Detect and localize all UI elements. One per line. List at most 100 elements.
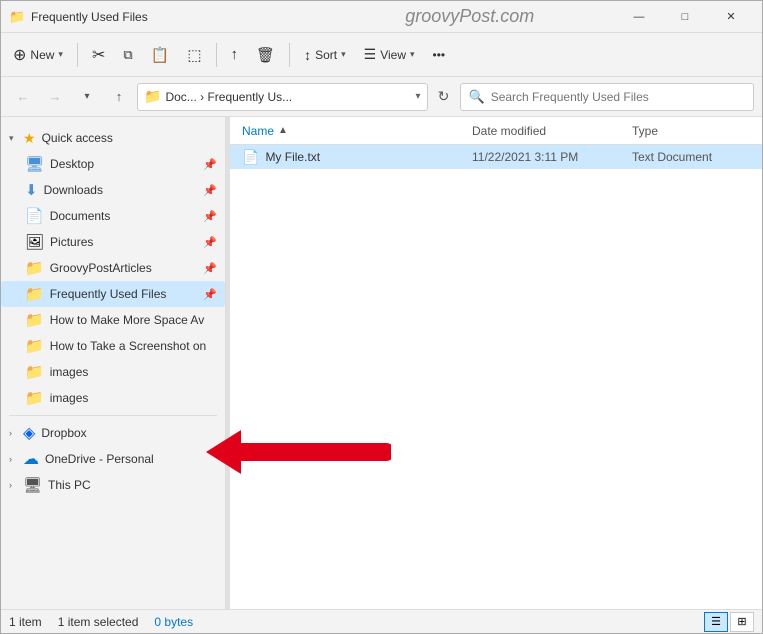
downloads-pin-icon: 📌 [203, 184, 217, 197]
copy-button[interactable]: ⧉ [115, 37, 140, 73]
copy-icon: ⧉ [123, 47, 132, 63]
watermark: groovyPost.com [324, 6, 617, 27]
status-bar: 1 item 1 item selected 0 bytes ☰ ⊞ [1, 609, 762, 633]
column-name-label: Name [242, 124, 274, 138]
status-size: 0 bytes [154, 615, 193, 629]
file-date: 11/22/2021 3:11 PM [472, 150, 632, 164]
quick-access-expand-icon: ▾ [9, 133, 19, 144]
groovypost-pin-icon: 📌 [203, 262, 217, 275]
sidebar-item-images-2[interactable]: 📁 images [1, 385, 225, 411]
sidebar-item-downloads[interactable]: ⬇ Downloads 📌 [1, 177, 225, 203]
documents-pin-icon: 📌 [203, 210, 217, 223]
pictures-pin-icon: 📌 [203, 236, 217, 249]
window-icon: 📁 [9, 9, 25, 25]
rename-icon: ⬚ [187, 46, 201, 64]
delete-button[interactable]: 🗑 [248, 37, 283, 73]
sidebar-item-dropbox[interactable]: › ◈ Dropbox [1, 420, 225, 446]
table-row[interactable]: 📄 My File.txt 11/22/2021 3:11 PM Text Do… [230, 145, 762, 169]
forward-button[interactable]: → [41, 83, 69, 111]
frequently-used-pin-icon: 📌 [203, 288, 217, 301]
paste-button[interactable]: 📋 [143, 37, 178, 73]
sidebar-label-images-1: images [50, 365, 217, 379]
sidebar-label-thispc: This PC [48, 478, 217, 492]
window: 📁 Frequently Used Files groovyPost.com —… [0, 0, 763, 634]
quick-access-star-icon: ★ [23, 130, 36, 147]
refresh-button[interactable]: ↻ [432, 85, 456, 109]
toolbar: ⊕ New ▾ ✂ ⧉ 📋 ⬚ ↑ 🗑 ↕ Sort ▾ ☰ [1, 33, 762, 77]
sidebar-item-how-to-take[interactable]: 📁 How to Take a Screenshot on [1, 333, 225, 359]
address-box[interactable]: 📁 Doc... › Frequently Us... ▾ [137, 83, 428, 111]
onedrive-expand-icon: › [9, 454, 19, 464]
sidebar-item-groovypostarticles[interactable]: 📁 GroovyPostArticles 📌 [1, 255, 225, 281]
sidebar-label-groovypostarticles: GroovyPostArticles [50, 261, 204, 275]
toolbar-separator-2 [216, 43, 217, 67]
images1-folder-icon: 📁 [25, 363, 44, 381]
dropbox-icon: ◈ [23, 423, 35, 443]
sort-icon: ↕ [304, 47, 311, 63]
rename-button[interactable]: ⬚ [179, 37, 209, 73]
quick-access-section[interactable]: ▾ ★ Quick access [1, 125, 225, 151]
file-name: My File.txt [265, 150, 472, 164]
new-button[interactable]: ⊕ New ▾ [5, 37, 71, 73]
sidebar-item-desktop[interactable]: 🖥 Desktop 📌 [1, 151, 225, 177]
sidebar-item-frequently-used[interactable]: 📁 Frequently Used Files 📌 [1, 281, 225, 307]
sidebar-item-documents[interactable]: 📄 Documents 📌 [1, 203, 225, 229]
how-to-take-folder-icon: 📁 [25, 337, 44, 355]
desktop-pin-icon: 📌 [203, 158, 217, 171]
details-view-button[interactable]: ☰ [704, 612, 728, 632]
address-folder-icon: 📁 [144, 88, 161, 105]
sidebar-label-frequently-used: Frequently Used Files [50, 287, 204, 301]
sidebar-label-how-to-make: How to Make More Space Av [50, 313, 217, 327]
view-chevron-icon: ▾ [410, 49, 415, 60]
search-box[interactable]: 🔍 [460, 83, 755, 111]
sidebar-label-images-2: images [50, 391, 217, 405]
desktop-icon: 🖥 [25, 155, 44, 173]
address-dropdown-icon[interactable]: ▾ [415, 91, 420, 102]
sidebar-label-dropbox: Dropbox [41, 426, 217, 440]
view-button[interactable]: ☰ View ▾ [356, 37, 423, 73]
up-button[interactable]: ↑ [105, 83, 133, 111]
column-name[interactable]: Name ▲ [242, 124, 472, 138]
minimize-button[interactable]: — [616, 1, 662, 33]
column-date[interactable]: Date modified [472, 124, 632, 138]
sidebar-item-how-to-make[interactable]: 📁 How to Make More Space Av [1, 307, 225, 333]
new-chevron-icon: ▾ [58, 49, 63, 60]
sidebar-item-thispc[interactable]: › 🖥 This PC [1, 472, 225, 498]
images2-folder-icon: 📁 [25, 389, 44, 407]
new-label: New [30, 48, 54, 62]
quick-access-label: Quick access [42, 131, 217, 145]
sidebar-label-desktop: Desktop [50, 157, 203, 171]
more-button[interactable]: ••• [425, 37, 454, 73]
back-button[interactable]: ← [9, 83, 37, 111]
sort-button[interactable]: ↕ Sort ▾ [296, 37, 354, 73]
sidebar-item-images-1[interactable]: 📁 images [1, 359, 225, 385]
sidebar-item-onedrive[interactable]: › ☁ OneDrive - Personal [1, 446, 225, 472]
status-selected: 1 item selected [58, 615, 139, 629]
more-icon: ••• [433, 48, 446, 62]
new-icon: ⊕ [13, 45, 26, 65]
address-bar: ← → ▾ ↑ 📁 Doc... › Frequently Us... ▾ ↻ … [1, 77, 762, 117]
share-button[interactable]: ↑ [223, 37, 247, 73]
search-icon: 🔍 [469, 89, 485, 105]
title-bar: 📁 Frequently Used Files groovyPost.com —… [1, 1, 762, 33]
cut-button[interactable]: ✂ [84, 37, 113, 73]
recent-button[interactable]: ▾ [73, 83, 101, 111]
search-input[interactable] [491, 90, 745, 104]
large-icons-view-button[interactable]: ⊞ [730, 612, 754, 632]
dropbox-expand-icon: › [9, 428, 19, 438]
toolbar-separator-1 [77, 43, 78, 67]
sidebar-item-pictures[interactable]: 🖼 Pictures 📌 [1, 229, 225, 255]
thispc-expand-icon: › [9, 480, 19, 490]
toolbar-separator-3 [289, 43, 290, 67]
maximize-button[interactable]: □ [662, 1, 708, 33]
onedrive-icon: ☁ [23, 449, 39, 469]
delete-icon: 🗑 [256, 46, 275, 64]
sort-chevron-icon: ▾ [341, 49, 346, 60]
paste-icon: 📋 [151, 46, 170, 64]
window-title: Frequently Used Files [31, 10, 324, 24]
column-type[interactable]: Type [632, 124, 762, 138]
view-label: View [380, 48, 406, 62]
close-button[interactable]: ✕ [708, 1, 754, 33]
view-icon: ☰ [364, 46, 377, 63]
address-path: Doc... › Frequently Us... [165, 90, 411, 104]
